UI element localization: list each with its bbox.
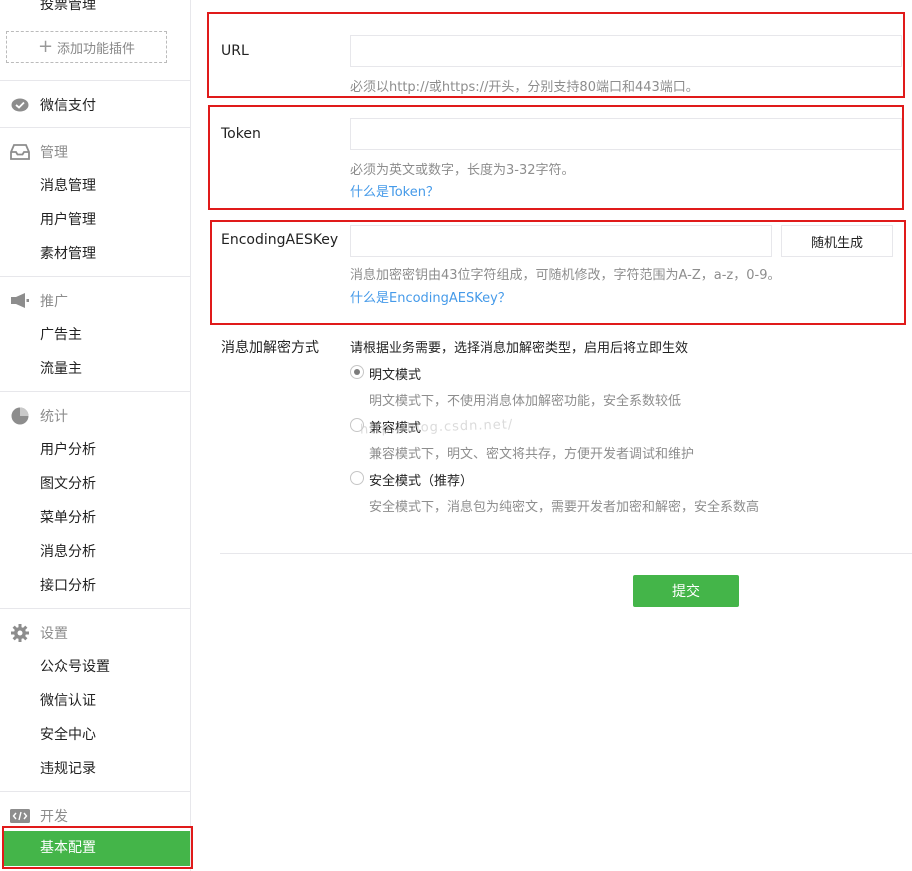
radio-plaintext[interactable] [350, 365, 364, 379]
token-hint: 必须为英文或数字，长度为3-32字符。 [350, 163, 575, 178]
token-help-link[interactable]: 什么是Token？ [350, 181, 439, 200]
section-title: 开发 [40, 809, 68, 825]
pie-chart-icon [10, 406, 30, 426]
section-title: 设置 [40, 626, 68, 642]
url-hint: 必须以http://或https://开头，分别支持80端口和443端口。 [350, 80, 699, 95]
highlight-box-basic-config [2, 826, 193, 869]
sidebar-item-account-settings[interactable]: 公众号设置 [40, 657, 110, 677]
encrypt-mode-intro: 请根据业务需要，选择消息加解密类型，启用后将立即生效 [350, 341, 689, 356]
form-divider [220, 553, 912, 554]
url-input[interactable] [350, 35, 902, 67]
megaphone-icon [10, 291, 30, 311]
sidebar: 投票管理 + 添加功能插件 微信支付 管理 消息管理 用户管理 素材管理 推广 … [0, 0, 191, 871]
sidebar-item-menu-analysis[interactable]: 菜单分析 [40, 508, 96, 528]
sidebar-divider [0, 608, 190, 609]
sidebar-section-stats: 统计 [10, 406, 68, 426]
sidebar-item-advertiser[interactable]: 广告主 [40, 325, 82, 345]
add-plugin-label: 添加功能插件 [57, 41, 136, 57]
radio-secure[interactable] [350, 471, 364, 485]
aeskey-help-link[interactable]: 什么是EncodingAESKey？ [350, 287, 511, 306]
gear-icon [10, 623, 30, 643]
encrypt-mode-label: 消息加解密方式 [221, 340, 319, 356]
sidebar-item-material-manage[interactable]: 素材管理 [40, 244, 96, 264]
radio-plaintext-label[interactable]: 明文模式 [369, 364, 421, 383]
sidebar-item-security-center[interactable]: 安全中心 [40, 725, 96, 745]
plus-icon: + [37, 36, 54, 57]
radio-secure-label[interactable]: 安全模式（推荐） [369, 470, 473, 489]
section-title: 管理 [40, 145, 68, 161]
sidebar-section-manage: 管理 [10, 142, 68, 162]
sidebar-section-settings: 设置 [10, 623, 68, 643]
sidebar-divider [0, 276, 190, 277]
aeskey-hint: 消息加密密钥由43位字符组成，可随机修改，字符范围为A-Z，a-z，0-9。 [350, 268, 781, 283]
sidebar-section-promote: 推广 [10, 291, 68, 311]
url-label: URL [221, 43, 249, 59]
radio-plaintext-desc: 明文模式下，不使用消息体加解密功能，安全系数较低 [369, 394, 682, 409]
sidebar-divider [0, 791, 190, 792]
add-plugin-button[interactable]: + 添加功能插件 [6, 31, 167, 63]
sidebar-item-label: 微信支付 [40, 98, 96, 114]
sidebar-item-traffic-owner[interactable]: 流量主 [40, 359, 82, 379]
sidebar-item-article-analysis[interactable]: 图文分析 [40, 474, 96, 494]
sidebar-item-user-manage[interactable]: 用户管理 [40, 210, 96, 230]
code-icon [10, 806, 30, 826]
radio-secure-desc: 安全模式下，消息包为纯密文，需要开发者加密和解密，安全系数高 [369, 500, 760, 515]
sidebar-item-message-analysis[interactable]: 消息分析 [40, 542, 96, 562]
radio-compatible-desc: 兼容模式下，明文、密文将共存，方便开发者调试和维护 [369, 447, 695, 462]
sidebar-divider [0, 80, 190, 81]
token-label: Token [221, 126, 261, 142]
token-input[interactable] [350, 118, 902, 150]
wechat-pay-icon [10, 95, 30, 115]
inbox-icon [10, 142, 30, 162]
sidebar-item-user-analysis[interactable]: 用户分析 [40, 440, 96, 460]
submit-button[interactable]: 提交 [633, 575, 739, 607]
sidebar-item-violation-records[interactable]: 违规记录 [40, 759, 96, 779]
aeskey-label: EncodingAESKey [221, 232, 339, 248]
sidebar-item-api-analysis[interactable]: 接口分析 [40, 576, 96, 596]
sidebar-item-vote-manage[interactable]: 投票管理 [40, 0, 96, 14]
sidebar-section-dev: 开发 [10, 806, 68, 826]
section-title: 推广 [40, 294, 68, 310]
sidebar-divider [0, 127, 190, 128]
sidebar-item-message-manage[interactable]: 消息管理 [40, 176, 96, 196]
sidebar-item-wechat-verify[interactable]: 微信认证 [40, 691, 96, 711]
aeskey-input[interactable] [350, 225, 772, 257]
sidebar-divider [0, 391, 190, 392]
random-generate-button[interactable]: 随机生成 [781, 225, 893, 257]
section-title: 统计 [40, 409, 68, 425]
sidebar-item-wechat-pay[interactable]: 微信支付 [10, 95, 96, 115]
